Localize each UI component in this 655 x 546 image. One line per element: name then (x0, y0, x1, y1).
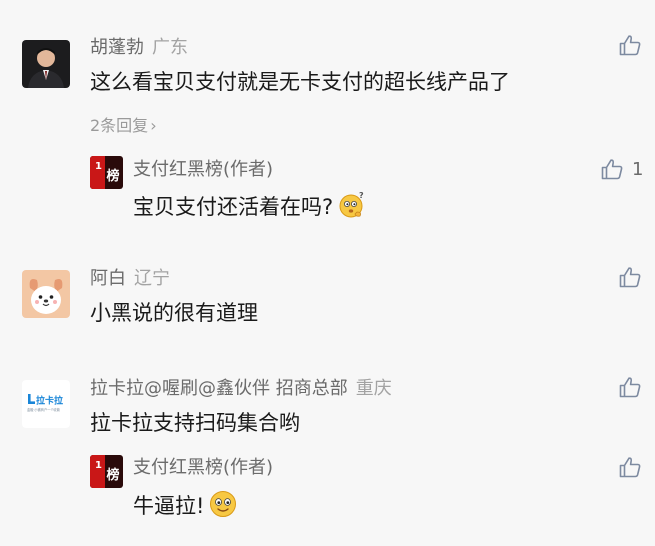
comment-text: 小黑说的很有道理 (90, 301, 258, 325)
like-button[interactable] (618, 33, 642, 57)
comment-location: 辽宁 (134, 268, 170, 289)
view-replies-label: 2条回复 (90, 116, 149, 135)
like-button[interactable] (600, 157, 624, 181)
reply-text: 牛逼拉! (133, 494, 205, 518)
comment-author[interactable]: 胡蓬勃 (90, 37, 144, 58)
logo-text: 拉卡拉 (36, 395, 63, 407)
comment-text: 这么看宝贝支付就是无卡支付的超长线产品了 (90, 70, 510, 94)
avatar-reply-1[interactable]: 1 榜 (90, 156, 123, 189)
avatar-comment-2[interactable] (22, 270, 70, 318)
avatar-glyph: 榜 (107, 467, 120, 483)
svg-text:?: ? (359, 191, 364, 200)
svg-text:1: 1 (95, 161, 102, 172)
thumbs-up-icon (619, 267, 641, 288)
reply-text: 宝贝支付还活着在吗? (133, 195, 334, 219)
avatar-comment-3[interactable]: 拉卡拉 金融·小微商户一个收款 (22, 380, 70, 428)
like-button[interactable] (618, 455, 642, 479)
brand-logo-avatar-icon: 1 榜 (90, 455, 123, 488)
thumbs-up-icon (601, 159, 623, 180)
avatar-comment-1[interactable] (22, 40, 70, 88)
avatar-glyph: 榜 (107, 168, 120, 184)
like-count: 1 (632, 159, 644, 180)
comment-location: 重庆 (355, 378, 392, 399)
comment-author[interactable]: 阿白 (90, 268, 126, 289)
comment-text: 拉卡拉支持扫码集合哟 (90, 411, 300, 435)
smiling-face-emoji-icon (208, 489, 238, 519)
lakala-logo-avatar-icon: 拉卡拉 金融·小微商户一个收款 (22, 380, 70, 428)
reply-author[interactable]: 支付红黑榜(作者) (133, 158, 273, 182)
view-replies-link[interactable]: 2条回复 › (90, 115, 157, 137)
reply-author[interactable]: 支付红黑榜(作者) (133, 456, 273, 480)
like-button[interactable] (618, 375, 642, 399)
brand-logo-avatar-icon: 1 榜 (90, 156, 123, 189)
chevron-right-icon: › (150, 116, 157, 135)
person-photo-avatar-icon (22, 40, 70, 88)
comment-author[interactable]: 拉卡拉@喔刷@鑫伙伴 招商总部 (90, 378, 348, 399)
comment-location: 广东 (152, 37, 188, 58)
svg-text:1: 1 (95, 460, 102, 471)
thumbs-up-icon (619, 35, 641, 56)
like-button[interactable] (618, 265, 642, 289)
thinking-face-emoji-icon: ? (337, 190, 367, 220)
thumbs-up-icon (619, 377, 641, 398)
reply-text-line: 宝贝支付还活着在吗? ? (133, 190, 367, 221)
logo-tagline: 金融·小微商户一个收款 (27, 407, 61, 412)
comment-author-line: 胡蓬勃 广东 (90, 36, 188, 60)
comment-author-line: 拉卡拉@喔刷@鑫伙伴 招商总部 重庆 (90, 377, 392, 401)
avatar-reply-3[interactable]: 1 榜 (90, 455, 123, 488)
comment-author-line: 阿白 辽宁 (90, 267, 170, 291)
reply-text-line: 牛逼拉! (133, 489, 238, 520)
thumbs-up-icon (619, 457, 641, 478)
puppy-avatar-icon (22, 270, 70, 318)
